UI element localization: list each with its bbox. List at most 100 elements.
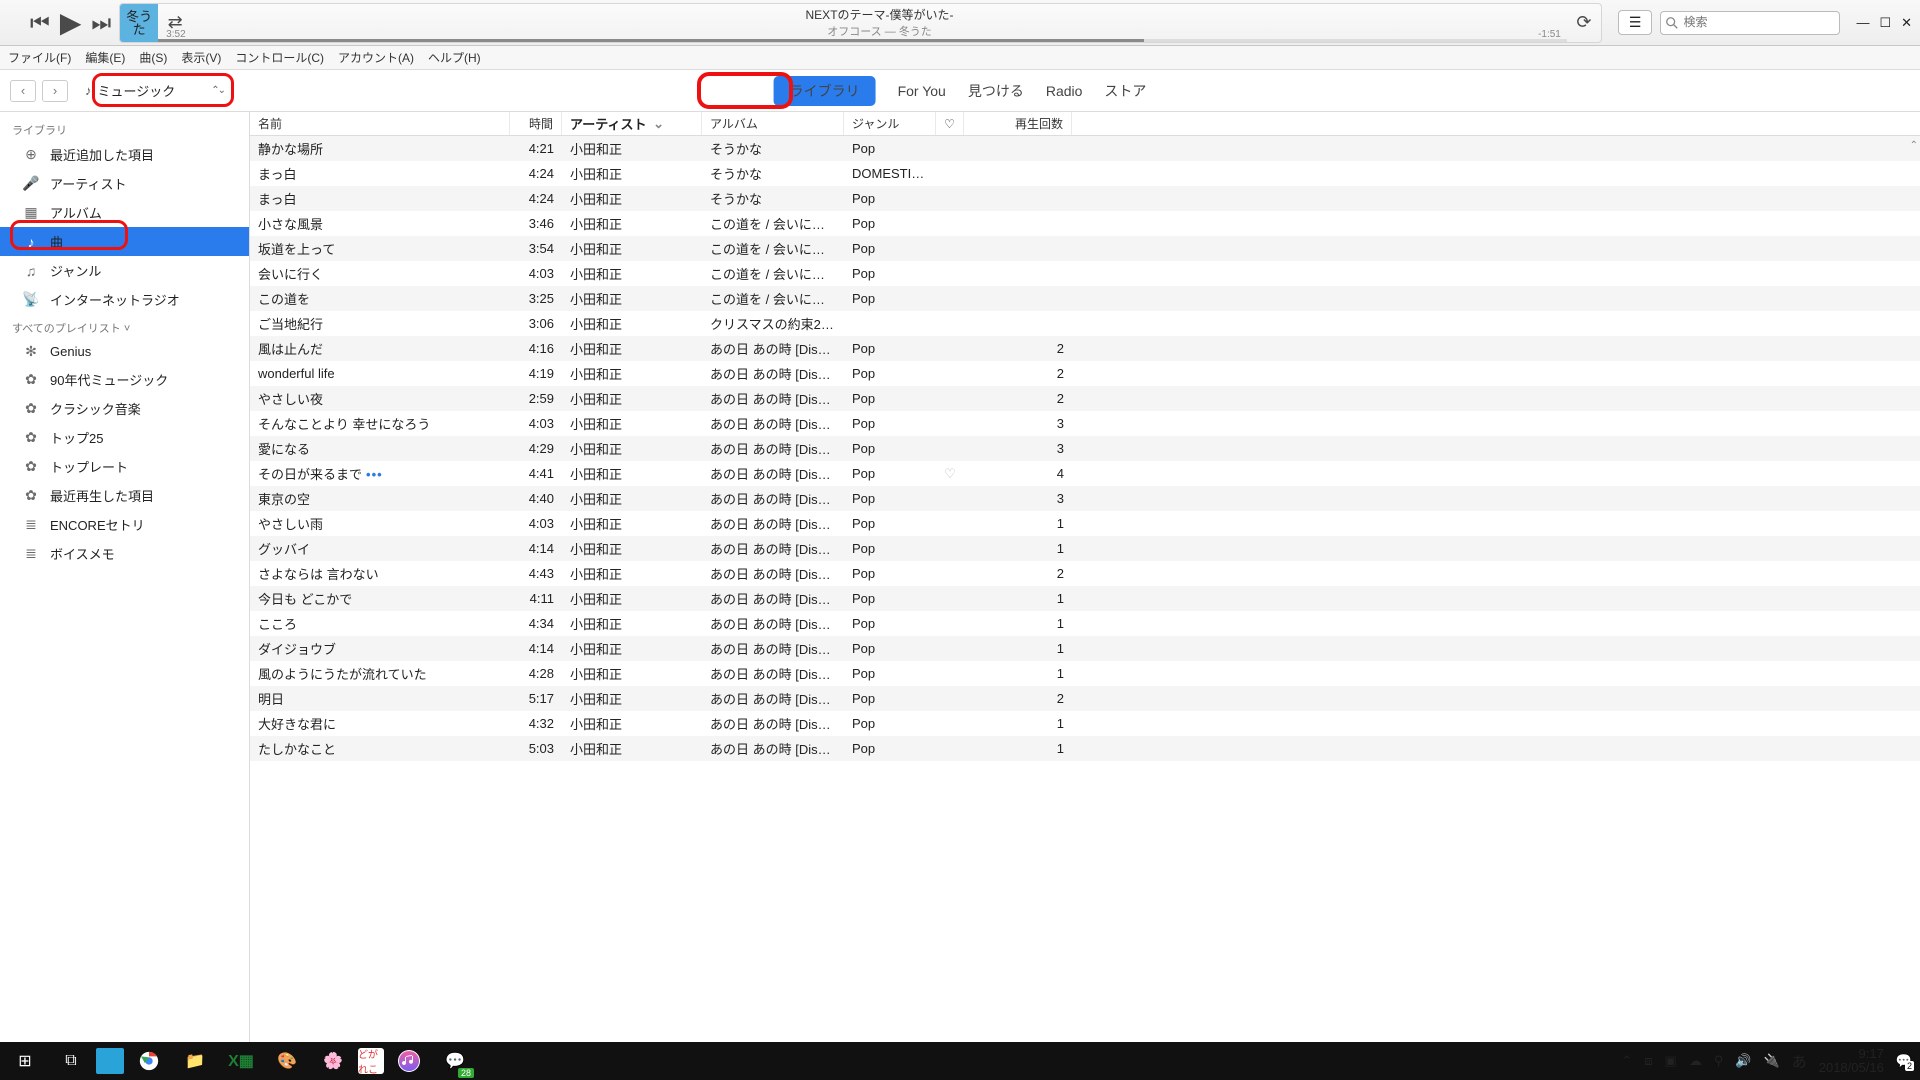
- sidebar-item[interactable]: ✿90年代ミュージック: [0, 365, 249, 394]
- media-picker[interactable]: ♪ ミュージック ⌃⌄: [74, 76, 235, 105]
- tray-dropbox-icon[interactable]: ⧈: [1644, 1053, 1652, 1069]
- up-next-button[interactable]: ☰: [1618, 10, 1653, 35]
- tray-notifications-icon[interactable]: 💬2: [1896, 1053, 1912, 1069]
- tray-power-icon[interactable]: 🔌: [1764, 1053, 1780, 1069]
- table-row[interactable]: 風は止んだ4:16小田和正あの日 あの時 [Disc 3]Pop2: [250, 336, 1920, 361]
- table-row[interactable]: グッバイ4:14小田和正あの日 あの時 [Disc 3]Pop1: [250, 536, 1920, 561]
- tray-volume-icon[interactable]: 🔊: [1735, 1053, 1751, 1069]
- progress-bar[interactable]: [158, 39, 1567, 42]
- track-list[interactable]: ⌃ 静かな場所4:21小田和正そうかなPopまっ白4:24小田和正そうかなDOM…: [250, 136, 1920, 1042]
- nav-tab[interactable]: ストア: [1104, 81, 1146, 101]
- col-name[interactable]: 名前: [250, 112, 510, 135]
- taskbar-app-chrome[interactable]: [128, 1042, 170, 1080]
- start-button[interactable]: ⊞: [4, 1042, 46, 1080]
- table-row[interactable]: やさしい夜2:59小田和正あの日 あの時 [Disc 3]Pop2: [250, 386, 1920, 411]
- col-love[interactable]: ♡: [936, 112, 964, 135]
- play-button[interactable]: ▶: [60, 6, 82, 39]
- repeat-button[interactable]: ⟳: [1567, 12, 1601, 33]
- sidebar-item[interactable]: ✿クラシック音楽: [0, 394, 249, 423]
- sidebar-item[interactable]: 🎤アーティスト: [0, 169, 249, 198]
- table-row[interactable]: こころ4:34小田和正あの日 あの時 [Disc 3]Pop1: [250, 611, 1920, 636]
- close-button[interactable]: ✕: [1901, 15, 1912, 31]
- sidebar-item[interactable]: 📡インターネットラジオ: [0, 285, 249, 314]
- sidebar-item[interactable]: ✿トップレート: [0, 452, 249, 481]
- taskbar-app[interactable]: どがれこ: [358, 1048, 384, 1074]
- tray-onedrive-icon[interactable]: ☁: [1689, 1053, 1702, 1069]
- cell-love[interactable]: ♡: [936, 466, 964, 482]
- table-row[interactable]: そんなことより 幸せになろう4:03小田和正あの日 あの時 [Disc 3]Po…: [250, 411, 1920, 436]
- table-row[interactable]: この道を3:25小田和正この道を / 会いに行く…Pop: [250, 286, 1920, 311]
- minimize-button[interactable]: —: [1856, 15, 1869, 31]
- tray-icon[interactable]: ▣: [1665, 1053, 1677, 1069]
- col-genre[interactable]: ジャンル: [844, 112, 936, 135]
- table-row[interactable]: 明日5:17小田和正あの日 あの時 [Disc 3]Pop2: [250, 686, 1920, 711]
- taskbar-app-itunes[interactable]: [388, 1042, 430, 1080]
- sidebar-item[interactable]: ♫ジャンル: [0, 256, 249, 285]
- col-album[interactable]: アルバム: [702, 112, 844, 135]
- sidebar-item[interactable]: ≣ENCOREセトリ: [0, 510, 249, 539]
- table-row[interactable]: まっ白4:24小田和正そうかなDOMESTIC…: [250, 161, 1920, 186]
- sidebar-heading-playlists[interactable]: すべてのプレイリスト ˅: [0, 314, 249, 338]
- menu-item[interactable]: 表示(V): [181, 49, 221, 66]
- tray-ime-mode[interactable]: あ: [1792, 1051, 1807, 1072]
- table-row[interactable]: 風のようにうたが流れていた4:28小田和正あの日 あの時 [Disc 3]Pop…: [250, 661, 1920, 686]
- table-row[interactable]: 会いに行く4:03小田和正この道を / 会いに行く…Pop: [250, 261, 1920, 286]
- forward-button[interactable]: ›: [42, 80, 68, 102]
- menu-item[interactable]: ファイル(F): [8, 49, 71, 66]
- cell-artist: 小田和正: [562, 664, 702, 683]
- menu-item[interactable]: コントロール(C): [235, 49, 324, 66]
- table-row[interactable]: 今日も どこかで4:11小田和正あの日 あの時 [Disc 3]Pop1: [250, 586, 1920, 611]
- table-row[interactable]: まっ白4:24小田和正そうかなPop: [250, 186, 1920, 211]
- col-plays[interactable]: 再生回数: [964, 112, 1072, 135]
- col-artist[interactable]: アーティスト ⌄: [562, 112, 702, 135]
- tray-chevron-icon[interactable]: ⌃: [1621, 1053, 1632, 1069]
- menu-item[interactable]: 編集(E): [85, 49, 125, 66]
- table-row[interactable]: やさしい雨4:03小田和正あの日 あの時 [Disc 3]Pop1: [250, 511, 1920, 536]
- prev-track-button[interactable]: ⏮: [30, 10, 50, 36]
- taskbar-app-explorer[interactable]: 📁: [174, 1042, 216, 1080]
- taskbar-app[interactable]: [96, 1048, 124, 1074]
- table-row[interactable]: wonderful life4:19小田和正あの日 あの時 [Disc 3]Po…: [250, 361, 1920, 386]
- sidebar-item[interactable]: ⊕最近追加した項目: [0, 140, 249, 169]
- table-row[interactable]: ご当地紀行3:06小田和正クリスマスの約束2008: [250, 311, 1920, 336]
- sidebar-item[interactable]: ✿トップ25: [0, 423, 249, 452]
- table-row[interactable]: 小さな風景3:46小田和正この道を / 会いに行く…Pop: [250, 211, 1920, 236]
- menu-item[interactable]: 曲(S): [139, 49, 167, 66]
- search-input[interactable]: [1683, 15, 1833, 29]
- menu-item[interactable]: ヘルプ(H): [428, 49, 481, 66]
- taskbar-app-excel[interactable]: X▦: [220, 1042, 262, 1080]
- sidebar-item[interactable]: ✻Genius: [0, 338, 249, 365]
- taskbar-app-line[interactable]: 💬: [434, 1042, 476, 1080]
- tray-network-icon[interactable]: ⚲: [1714, 1053, 1724, 1069]
- table-row[interactable]: 東京の空4:40小田和正あの日 あの時 [Disc 3]Pop3: [250, 486, 1920, 511]
- table-row[interactable]: 愛になる4:29小田和正あの日 あの時 [Disc 3]Pop3: [250, 436, 1920, 461]
- nav-tab[interactable]: For You: [898, 83, 946, 99]
- album-art[interactable]: 冬うた: [120, 4, 158, 42]
- taskbar-app-paint[interactable]: 🎨: [266, 1042, 308, 1080]
- table-row[interactable]: その日が来るまで•••4:41小田和正あの日 あの時 [Disc 3]Pop♡4: [250, 461, 1920, 486]
- back-button[interactable]: ‹: [10, 80, 36, 102]
- nav-tab[interactable]: Radio: [1046, 83, 1083, 99]
- table-row[interactable]: 坂道を上って3:54小田和正この道を / 会いに行く…Pop: [250, 236, 1920, 261]
- search-field[interactable]: [1660, 11, 1840, 35]
- table-row[interactable]: ダイジョウブ4:14小田和正あの日 あの時 [Disc 3]Pop1: [250, 636, 1920, 661]
- table-row[interactable]: 静かな場所4:21小田和正そうかなPop: [250, 136, 1920, 161]
- col-time[interactable]: 時間: [510, 112, 562, 135]
- nav-tab[interactable]: 見つける: [968, 81, 1024, 101]
- next-track-button[interactable]: ⏭: [91, 10, 111, 36]
- sidebar-item[interactable]: ✿最近再生した項目: [0, 481, 249, 510]
- sidebar-item[interactable]: ≣ボイスメモ: [0, 539, 249, 568]
- more-icon[interactable]: •••: [366, 467, 383, 482]
- scroll-up-icon[interactable]: ⌃: [1910, 140, 1918, 151]
- nav-tab[interactable]: ライブラリ: [774, 76, 876, 106]
- task-view-button[interactable]: ⧉: [50, 1042, 92, 1080]
- sidebar-item[interactable]: ▦アルバム: [0, 198, 249, 227]
- tray-clock[interactable]: 9:172018/05/16: [1819, 1047, 1884, 1076]
- sidebar-item[interactable]: ♪曲: [0, 227, 249, 256]
- table-row[interactable]: さよならは 言わない4:43小田和正あの日 あの時 [Disc 3]Pop2: [250, 561, 1920, 586]
- taskbar-app[interactable]: 🌸: [312, 1042, 354, 1080]
- menu-item[interactable]: アカウント(A): [338, 49, 414, 66]
- maximize-button[interactable]: ☐: [1879, 15, 1891, 31]
- table-row[interactable]: 大好きな君に4:32小田和正あの日 あの時 [Disc 3]Pop1: [250, 711, 1920, 736]
- table-row[interactable]: たしかなこと5:03小田和正あの日 あの時 [Disc 3]Pop1: [250, 736, 1920, 761]
